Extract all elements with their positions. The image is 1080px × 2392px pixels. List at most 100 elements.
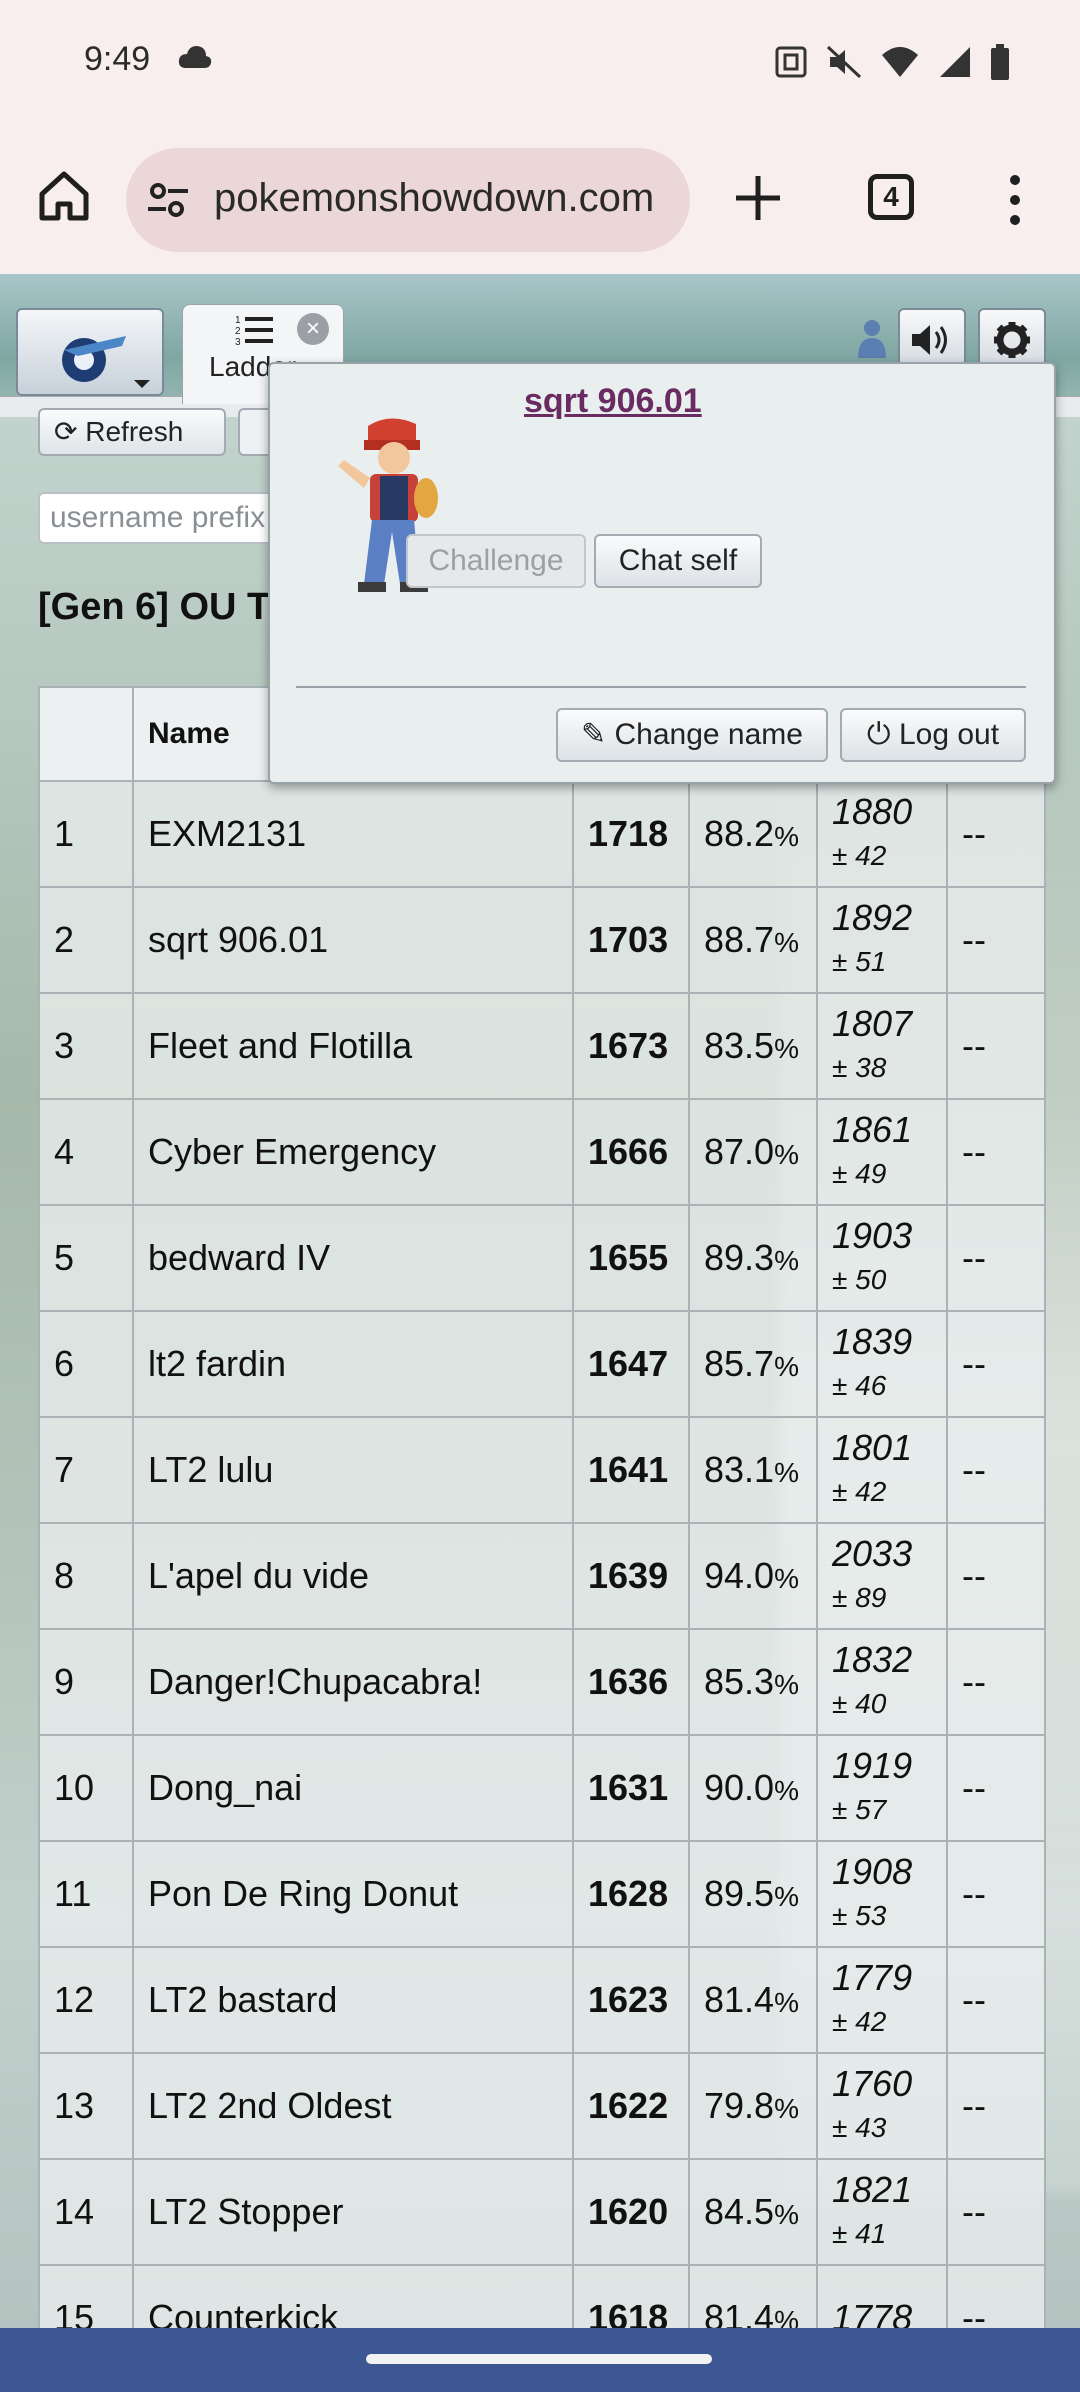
cloud-icon [178,46,212,68]
glicko-deviation: ± 49 [832,1158,887,1189]
gxe-value: 85.3 [704,1661,775,1702]
gxe-value: 88.7 [704,919,775,960]
elo-cell: 1636 [572,1628,690,1736]
challenge-button[interactable]: Challenge [406,534,586,588]
glicko-deviation: ± 53 [832,1900,887,1931]
player-name-cell[interactable]: Cyber Emergency [132,1098,574,1206]
glicko-value: 1861 [832,1109,913,1150]
table-row: 6 lt2 fardin 1647 85.7% 1839 ± 46 -- [38,1310,1046,1418]
glicko-value: 1778 [832,2297,913,2328]
mute-icon [826,45,862,79]
logout-button[interactable]: ⏻ Log out [840,708,1026,762]
rank-cell: 5 [38,1204,134,1312]
change-name-label: Change name [614,718,803,751]
elo-cell: 1666 [572,1098,690,1206]
elo-cell: 1618 [572,2264,690,2328]
popup-username-link[interactable]: sqrt 906.01 [524,382,702,421]
glicko-cell: 1778 [816,2264,948,2328]
chat-self-button[interactable]: Chat self [594,534,762,588]
glicko-value: 1832 [832,1639,913,1680]
table-row: 2 sqrt 906.01 1703 88.7% 1892 ± 51 -- [38,886,1046,994]
table-row: 7 LT2 lulu 1641 83.1% 1801 ± 42 -- [38,1416,1046,1524]
gxe-value: 89.3 [704,1237,775,1278]
coil-cell: -- [946,1098,1046,1206]
player-name-cell[interactable]: EXM2131 [132,780,574,888]
rank-cell: 14 [38,2158,134,2266]
glicko-value: 1839 [832,1321,913,1362]
popup-divider [296,686,1026,688]
percent-sign: % [774,1775,799,1806]
user-popup: sqrt 906.01 Challenge Chat self ✎ Change… [268,362,1056,784]
refresh-icon: ⟳ [54,416,86,447]
rank-cell: 9 [38,1628,134,1736]
gxe-cell: 83.5% [688,992,818,1100]
elo-cell: 1622 [572,2052,690,2160]
glicko-value: 2033 [832,1533,913,1574]
browser-toolbar: pokemonshowdown.com 4 [0,128,1080,274]
coil-cell: -- [946,1310,1046,1418]
glicko-deviation: ± 50 [832,1264,887,1295]
table-row: 14 LT2 Stopper 1620 84.5% 1821 ± 41 -- [38,2158,1046,2266]
table-row: 15 Counterkick 1618 81.4% 1778 -- [38,2264,1046,2328]
refresh-button[interactable]: ⟳ Refresh [38,408,226,456]
rank-cell: 11 [38,1840,134,1948]
new-tab-icon[interactable] [730,170,786,226]
player-name-cell[interactable]: lt2 fardin [132,1310,574,1418]
change-name-button[interactable]: ✎ Change name [556,708,828,762]
glicko-deviation: ± 51 [832,946,887,977]
elo-cell: 1647 [572,1310,690,1418]
glicko-deviation: ± 42 [832,840,887,871]
more-menu-icon[interactable] [1000,172,1030,228]
ladder-table: Name 1 EXM2131 1718 88.2% 1880 ± 42 -- 2 sqrt 90… [38,686,1046,2328]
gxe-cell: 81.4% [688,1946,818,2054]
gxe-cell: 87.0% [688,1098,818,1206]
player-name-cell[interactable]: sqrt 906.01 [132,886,574,994]
volume-icon [912,325,947,355]
player-name-cell[interactable]: LT2 lulu [132,1416,574,1524]
player-name-cell[interactable]: LT2 2nd Oldest [132,2052,574,2160]
player-name-cell[interactable]: Danger!Chupacabra! [132,1628,574,1736]
player-name-cell[interactable]: Counterkick [132,2264,574,2328]
coil-cell: -- [946,1416,1046,1524]
player-name-cell[interactable]: LT2 bastard [132,1946,574,2054]
player-name-cell[interactable]: Pon De Ring Donut [132,1840,574,1948]
main-menu-button[interactable] [16,308,164,396]
gxe-cell: 85.7% [688,1310,818,1418]
elo-cell: 1620 [572,2158,690,2266]
address-bar[interactable]: pokemonshowdown.com [126,148,690,252]
player-name-cell[interactable]: LT2 Stopper [132,2158,574,2266]
elo-cell: 1623 [572,1946,690,2054]
percent-sign: % [774,1139,799,1170]
player-name-cell[interactable]: L'apel du vide [132,1522,574,1630]
elo-cell: 1703 [572,886,690,994]
player-name-cell[interactable]: bedward IV [132,1204,574,1312]
glicko-deviation: ± 57 [832,1794,887,1825]
home-gesture-handle[interactable] [366,2354,712,2364]
gxe-value: 81.4 [704,2297,775,2328]
glicko-value: 1892 [832,897,913,938]
player-name-cell[interactable]: Dong_nai [132,1734,574,1842]
rank-cell: 8 [38,1522,134,1630]
home-icon[interactable] [34,166,94,226]
glicko-value: 1880 [832,791,913,832]
svg-text:2: 2 [235,326,241,337]
glicko-cell: 1908 ± 53 [816,1840,948,1948]
site-settings-icon[interactable] [146,178,190,222]
glicko-deviation: ± 42 [832,2006,887,2037]
close-tab-icon[interactable]: × [297,313,329,345]
gxe-cell: 88.7% [688,886,818,994]
table-row: 8 L'apel du vide 1639 94.0% 2033 ± 89 -- [38,1522,1046,1630]
gxe-value: 85.7 [704,1343,775,1384]
percent-sign: % [774,2093,799,2124]
svg-text:1: 1 [235,315,241,326]
gxe-cell: 90.0% [688,1734,818,1842]
tab-switcher-button[interactable]: 4 [868,174,914,220]
glicko-value: 1908 [832,1851,913,1892]
gxe-cell: 89.3% [688,1204,818,1312]
showdown-logo-icon [62,336,150,388]
player-name-cell[interactable]: Fleet and Flotilla [132,992,574,1100]
gxe-value: 84.5 [704,2191,775,2232]
glicko-cell: 1760 ± 43 [816,2052,948,2160]
elo-cell: 1641 [572,1416,690,1524]
user-icon[interactable] [856,318,888,358]
